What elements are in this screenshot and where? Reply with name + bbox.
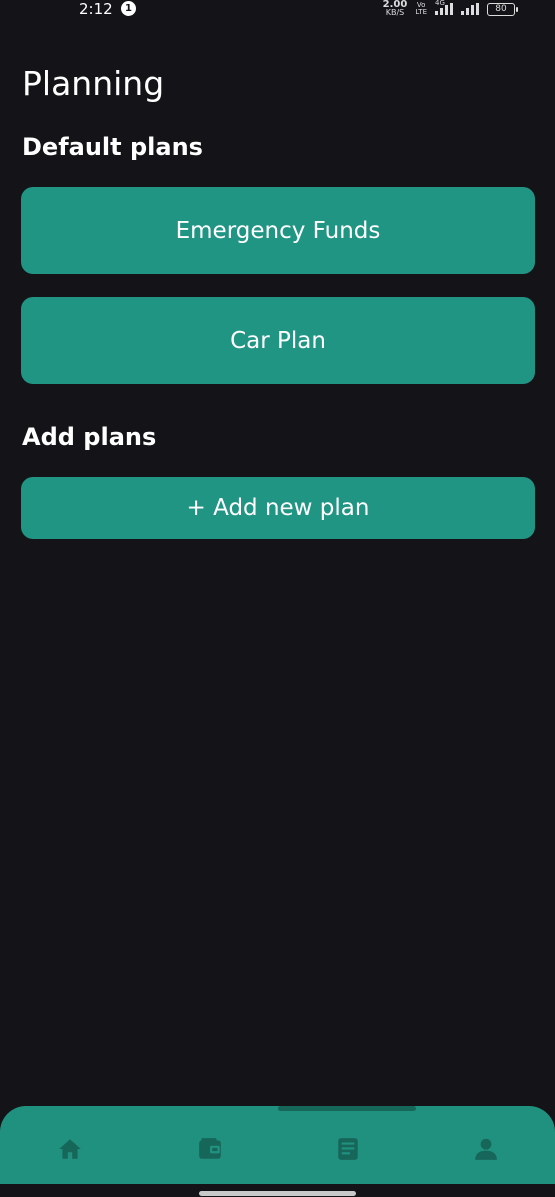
default-plans-heading: Default plans	[22, 133, 203, 161]
volte-indicator: Vo LTE	[415, 2, 427, 16]
nav-wallet[interactable]	[195, 1134, 225, 1164]
nav-active-indicator	[278, 1106, 416, 1111]
document-icon	[338, 1138, 358, 1160]
add-new-plan-label: + Add new plan	[186, 495, 370, 521]
network-speed: 2.00 KB/S	[383, 0, 408, 17]
planning-screen: 2:12 1 2.00 KB/S Vo LTE 4G 80 Planning D…	[0, 0, 555, 1197]
home-icon	[59, 1139, 81, 1159]
status-indicators: 2.00 KB/S Vo LTE 4G 80	[383, 0, 518, 18]
car-plan-button[interactable]: Car Plan	[21, 297, 535, 384]
emergency-funds-button[interactable]: Emergency Funds	[21, 187, 535, 274]
battery-level: 80	[495, 3, 507, 14]
car-plan-label: Car Plan	[230, 327, 326, 354]
notification-badge: 1	[121, 1, 136, 16]
nav-home[interactable]	[55, 1134, 85, 1164]
network-type: 4G	[435, 0, 445, 7]
nav-profile[interactable]	[471, 1134, 501, 1164]
page-title: Planning	[22, 64, 165, 103]
wallet-icon	[199, 1138, 221, 1159]
mobile-data-signal: 4G	[435, 0, 453, 15]
add-plans-heading: Add plans	[22, 423, 157, 451]
network-speed-unit: KB/S	[385, 8, 405, 17]
status-bar: 2:12 1 2.00 KB/S Vo LTE 4G 80	[0, 0, 555, 22]
nav-documents[interactable]	[333, 1134, 363, 1164]
profile-icon	[475, 1138, 497, 1160]
gesture-handle[interactable]	[199, 1191, 356, 1196]
battery-icon: 80	[487, 2, 518, 16]
lte-label: LTE	[415, 8, 427, 16]
status-time: 2:12	[79, 0, 113, 18]
add-new-plan-button[interactable]: + Add new plan	[21, 477, 535, 539]
emergency-funds-label: Emergency Funds	[175, 217, 381, 244]
signal-icon-secondary	[461, 3, 479, 15]
